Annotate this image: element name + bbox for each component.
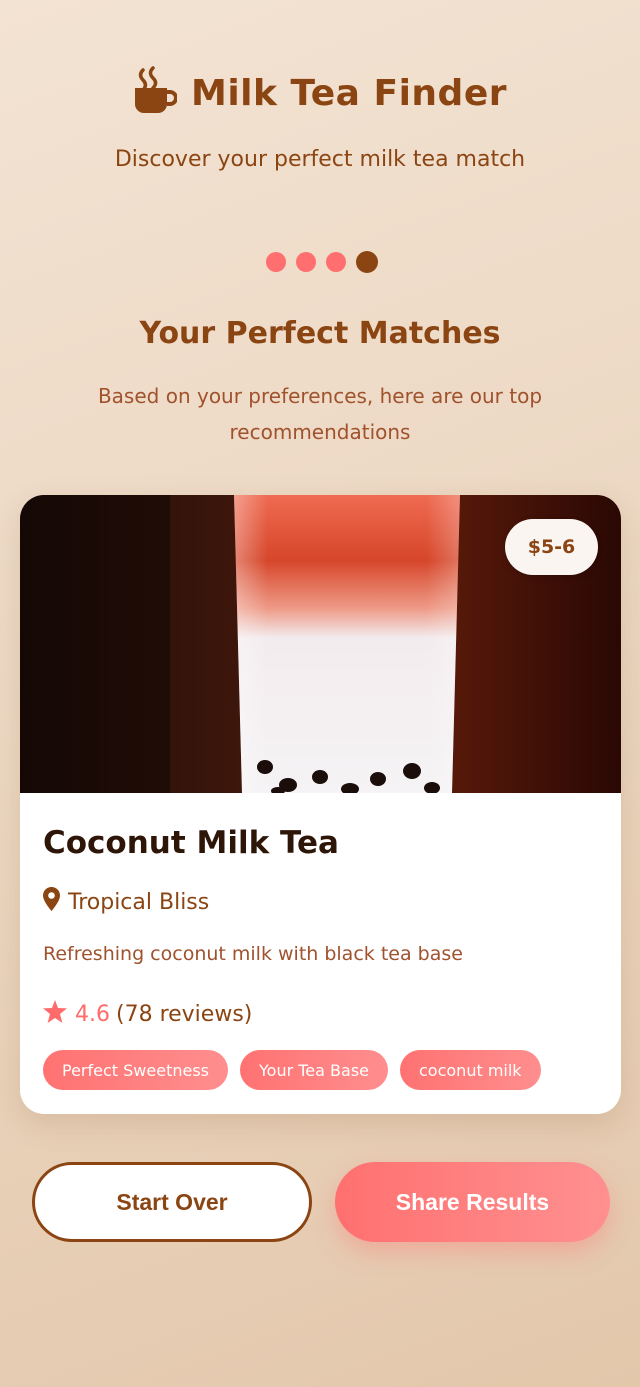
progress-dots (266, 251, 378, 273)
progress-dot-4-active (356, 251, 378, 273)
recommendation-card[interactable]: $5-6 Coconut Milk Tea Tropical Bliss Ref… (20, 495, 621, 1114)
results-heading: Your Perfect Matches (139, 316, 501, 351)
coffee-cup-icon (133, 66, 178, 120)
app-title-text: Milk Tea Finder (191, 72, 507, 114)
drink-name: Coconut Milk Tea (43, 825, 339, 861)
tag-coconut-milk: coconut milk (400, 1050, 541, 1090)
tag-list: Perfect Sweetness Your Tea Base coconut … (43, 1050, 541, 1090)
star-icon (43, 1000, 67, 1029)
share-results-button[interactable]: Share Results (335, 1162, 610, 1242)
tag-tea-base: Your Tea Base (240, 1050, 388, 1090)
progress-dot-2 (296, 252, 316, 272)
map-pin-icon (43, 887, 60, 917)
price-badge: $5-6 (505, 519, 598, 575)
shop-name: Tropical Bliss (68, 889, 210, 915)
rating-score: 4.6 (75, 1002, 110, 1027)
shop-location: Tropical Bliss (43, 887, 209, 917)
rating: 4.6 (78 reviews) (43, 1000, 252, 1029)
progress-dot-3 (326, 252, 346, 272)
app-subtitle: Discover your perfect milk tea match (114, 147, 526, 172)
app-header: Milk Tea Finder (0, 66, 640, 120)
progress-dot-1 (266, 252, 286, 272)
tag-sweetness: Perfect Sweetness (43, 1050, 228, 1090)
app-title: Milk Tea Finder (133, 66, 507, 120)
start-over-button[interactable]: Start Over (32, 1162, 312, 1242)
results-description: Based on your preferences, here are our … (97, 384, 543, 444)
drink-description: Refreshing coconut milk with black tea b… (43, 943, 463, 965)
review-count: (78 reviews) (116, 1002, 253, 1027)
